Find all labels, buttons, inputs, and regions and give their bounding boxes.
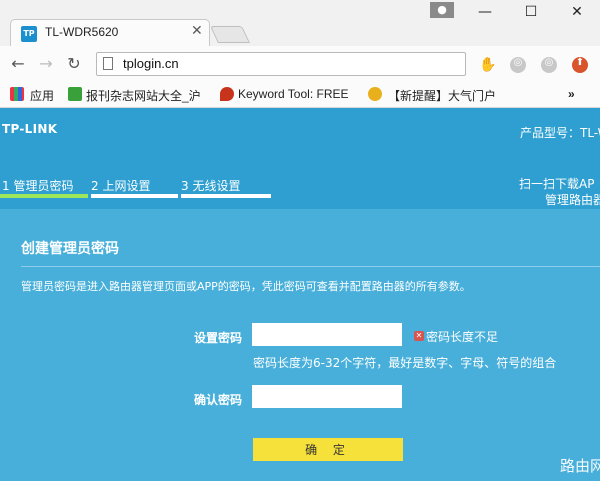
form-title: 创建管理员密码 [21, 241, 119, 257]
bookmark-newspaper[interactable]: 报刊杂志网站大全_沪 [86, 87, 201, 104]
bookmark-yellow-icon [368, 87, 382, 101]
product-model: 产品型号：TL-W [520, 126, 600, 140]
qr-download-text: 扫一扫下载AP [519, 177, 595, 191]
password-label: 设置密码 [194, 331, 243, 345]
password-form-panel: 创建管理员密码 管理员密码是进入路由器管理页面或APP的密码，凭此密码可查看并配… [0, 209, 600, 481]
extension-gray-icon-2[interactable]: ◎ [541, 57, 557, 73]
new-tab-button[interactable] [210, 26, 250, 43]
error-icon: ✕ [414, 331, 424, 341]
tab-title: TL-WDR5620 [45, 25, 119, 39]
extension-gray-icon[interactable]: ◎ [510, 57, 526, 73]
confirm-button[interactable]: 确 定 [253, 438, 403, 461]
url-text: tplogin.cn [123, 56, 179, 71]
extension-mic-icon[interactable]: ✋ [479, 57, 496, 73]
step-progress-bar-active [0, 194, 88, 198]
browser-titlebar: TP TL-WDR5620 ✕ ● — ☐ ✕ [0, 0, 600, 46]
bookmark-apps[interactable]: 应用 [30, 87, 54, 104]
tp-link-logo: TP-LINK [2, 122, 58, 136]
browser-tab[interactable]: TP TL-WDR5620 ✕ [10, 19, 210, 46]
router-header: TP-LINK 产品型号：TL-W 1 管理员密码 2 上网设置 3 无线设置 … [0, 108, 600, 223]
close-tab-icon[interactable]: ✕ [191, 23, 203, 39]
bookmark-flame-icon [220, 87, 234, 101]
page-icon [103, 57, 113, 70]
step-internet-setup[interactable]: 2 上网设置 [91, 177, 150, 194]
step-admin-password[interactable]: 1 管理员密码 [2, 177, 73, 194]
more-bookmarks-chevron-icon[interactable]: » [568, 87, 575, 101]
step-progress-bar [91, 194, 178, 198]
confirm-password-input[interactable] [252, 385, 402, 408]
error-message: 密码长度不足 [426, 330, 499, 344]
minimize-button[interactable]: — [470, 4, 500, 24]
bookmark-keyword-tool[interactable]: Keyword Tool: FREE [238, 87, 349, 101]
maximize-button[interactable]: ☐ [516, 4, 546, 24]
forward-arrow-icon[interactable]: → [36, 54, 56, 74]
address-bar[interactable]: tplogin.cn [96, 52, 466, 76]
confirm-password-label: 确认密码 [194, 393, 243, 407]
bookmark-portal[interactable]: 【新提醒】大气门户 [388, 87, 496, 104]
password-input[interactable] [252, 323, 402, 346]
back-arrow-icon[interactable]: ← [8, 54, 28, 74]
tp-link-favicon-icon: TP [21, 26, 37, 42]
browser-toolbar: ← → ↻ tplogin.cn ✋ ◎ ◎ ⬆ [0, 46, 600, 82]
divider [21, 266, 600, 267]
form-description: 管理员密码是进入路由器管理页面或APP的密码，凭此密码可查看并配置路由器的所有参… [21, 280, 471, 293]
qr-manage-text: 管理路由器 [545, 193, 600, 207]
reload-icon[interactable]: ↻ [64, 54, 84, 74]
bookmark-green-icon [68, 87, 82, 101]
extension-upload-icon[interactable]: ⬆ [572, 57, 588, 73]
step-wireless-setup[interactable]: 3 无线设置 [181, 177, 240, 194]
bookmarks-bar: 应用 报刊杂志网站大全_沪 Keyword Tool: FREE 【新提醒】大气… [0, 82, 600, 108]
profile-icon[interactable]: ● [430, 2, 454, 18]
close-window-button[interactable]: ✕ [562, 4, 592, 24]
step-progress-bar [181, 194, 271, 198]
password-hint: 密码长度为6-32个字符，最好是数字、字母、符号的组合 [253, 356, 557, 370]
apps-grid-icon [10, 87, 24, 101]
watermark: 路由网 [560, 457, 600, 475]
